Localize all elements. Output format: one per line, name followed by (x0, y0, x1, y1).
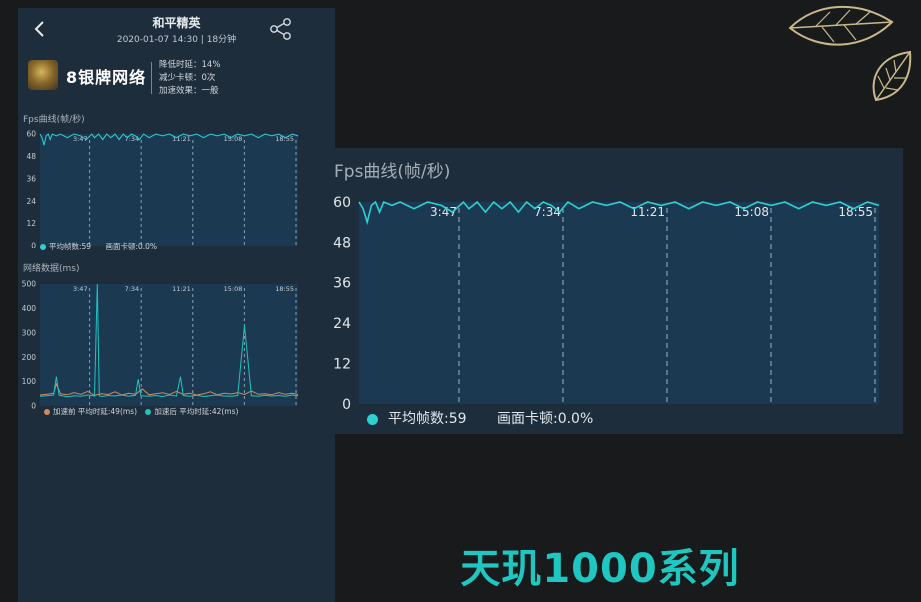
stat-effect: 加速效果：一般 (159, 86, 219, 96)
y-tick-label: 0 (31, 242, 36, 248)
net-legend-after: 加速后 平均时延:42(ms) (154, 407, 239, 416)
x-tick-label: 18:55 (275, 285, 294, 293)
y-tick-label: 200 (22, 353, 37, 362)
fps-chart: 012243648603:47 7:34 11:21 15:08 18:55 (333, 195, 880, 413)
plot-area (359, 202, 879, 404)
legend-stutter: 画面卡顿:0.0% (496, 411, 594, 427)
y-tick-label: 24 (333, 316, 351, 332)
y-tick-label: 0 (31, 402, 36, 411)
net-mini-chart: 0 100 200 300 400 500 3:47 7:34 11:21 15:08 18:55 (22, 280, 299, 411)
x-tick-label: 18:55 (275, 135, 294, 143)
y-tick-label: 400 (22, 304, 37, 313)
x-tick-label: 3:47 (73, 285, 88, 293)
y-tick-label: 48 (333, 235, 351, 251)
y-tick-label: 24 (26, 197, 36, 206)
brand-logo: 8银牌网络 (66, 68, 147, 87)
legend-dot (40, 244, 46, 250)
leaf-decoration-icon (872, 50, 912, 102)
legend-dot-before (44, 409, 50, 415)
legend-avg-fps: 平均帧数:59 (388, 411, 467, 427)
net-mini-legend: 加速前 平均时延:49(ms) 加速后 平均时延:42(ms) (44, 406, 238, 417)
fps-mini-legend-stutter: 画面卡顿:0.0% (105, 242, 158, 251)
y-tick-label: 60 (333, 195, 351, 211)
fps-mini-legend-avg: 平均帧数:59 (49, 242, 92, 251)
fps-chart-legend: 平均帧数:59 画面卡顿:0.0% (367, 408, 593, 428)
y-tick-label: 60 (26, 130, 36, 139)
y-tick-label: 100 (22, 377, 37, 386)
net-legend-before: 加速前 平均时延:49(ms) (53, 407, 138, 416)
x-tick-label: 7:34 (125, 285, 140, 293)
caption-title: 天玑1000系列 (460, 546, 740, 592)
stat-latency: 降低时延：14% (159, 60, 221, 70)
y-tick-label: 300 (22, 328, 37, 337)
share-icon[interactable] (268, 16, 294, 42)
game-avatar (28, 60, 58, 90)
fps-section-title: Fps曲线(帧/秒) (23, 115, 85, 125)
y-tick-label: 0 (342, 397, 351, 413)
legend-dot-after (145, 409, 152, 415)
y-tick-label: 12 (333, 357, 351, 373)
legend-dot (367, 413, 378, 425)
x-tick-label: 11:21 (172, 135, 191, 143)
y-tick-label: 12 (26, 219, 36, 228)
phone-screen: 和平精英 2020-01-07 14:30 | 18分钟 8银牌网络 降低时延：… (18, 8, 335, 602)
x-tick-label: 7:34 (125, 135, 140, 143)
fps-chart-card: Fps曲线(帧/秒) 0 12 24 36 48 60 3:47 7:34 11:21 15:08… (323, 148, 903, 434)
plot-area (40, 284, 298, 406)
y-tick-label: 36 (333, 276, 351, 292)
y-tick-label: 500 (22, 280, 37, 289)
fps-mini-chart: 012243648603:47 7:34 11:21 15:08 18:55 (26, 130, 299, 248)
plot-area (40, 134, 298, 246)
net-section-title: 网络数据(ms) (23, 264, 80, 274)
stat-stutter: 减少卡顿：0次 (159, 73, 216, 83)
x-tick-label: 11:21 (172, 285, 191, 293)
y-tick-label: 36 (26, 174, 36, 183)
fps-mini-legend: 平均帧数:59 画面卡顿:0.0% (40, 241, 157, 252)
x-tick-label: 15:08 (224, 285, 243, 293)
y-tick-label: 48 (26, 152, 36, 161)
divider (151, 62, 152, 94)
